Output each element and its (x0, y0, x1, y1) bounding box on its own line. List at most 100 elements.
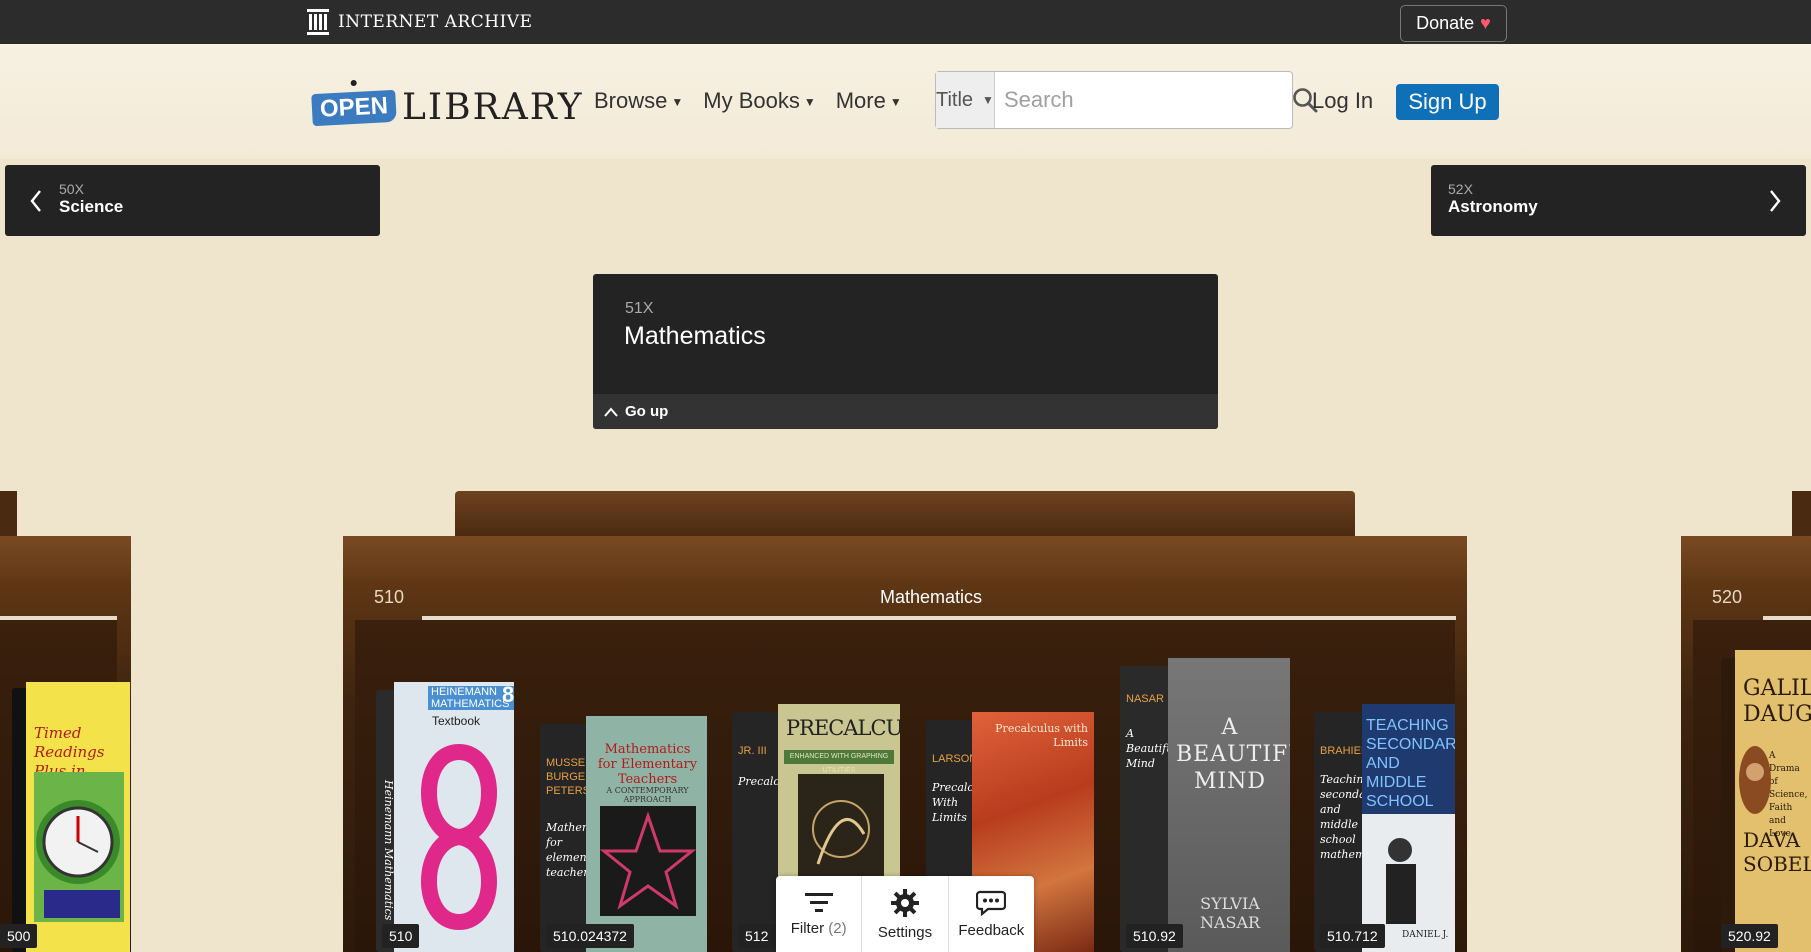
shelf-toolbar: Filter (2) Settings Feedback (776, 876, 1034, 952)
book-spine: JR. III Precalculus (732, 712, 803, 952)
stopwatch-illustration (34, 772, 124, 922)
shelf-500: Timed Readings Plus in Science 500 (0, 536, 131, 952)
book-galileos-daughter[interactable]: GALILEO'S DAUGHTER A Drama of Science, F… (1721, 650, 1811, 952)
shelf-top-right (1792, 491, 1811, 537)
book-spine-title: Teaching secondary and middle school mat… (1320, 773, 1392, 861)
star-illustration (600, 806, 696, 916)
book-teaching-secondary-mathematics[interactable]: BRAHIER Teaching secondary and middle sc… (1314, 704, 1455, 952)
book-cover-author: SYLVIA NASAR (1199, 894, 1261, 932)
book-spine-title: Precalculus With Limits (932, 781, 997, 824)
chevron-down-icon: ▼ (889, 95, 902, 110)
book-spine: BRAHIER Teaching secondary and middle sc… (1314, 712, 1392, 952)
book-call-number: 510.024372 (546, 924, 634, 948)
book-timed-readings[interactable]: Timed Readings Plus in Science 500 (0, 682, 130, 952)
nav-more-label: More (835, 88, 886, 113)
book-subtitle: Textbook (432, 714, 481, 728)
book-call-number: 510.92 (1126, 924, 1183, 948)
book-cover-title: Mathematics for Elementary Teachers (597, 742, 698, 787)
book-cover-author: DAVA SOBEL (1743, 828, 1811, 876)
gear-icon (890, 888, 919, 917)
filter-icon (804, 892, 833, 912)
main-nav: Browse ▼ My Books ▼ More ▼ (594, 88, 902, 114)
book-spine: NASAR A Beautiful Mind (1120, 666, 1177, 952)
chat-bubble-icon (976, 890, 1007, 916)
book-spine: Heinemann Mathematics (376, 690, 396, 952)
shelf-code: 520 (1712, 587, 1743, 607)
search-type-select[interactable]: Title ▼ (936, 72, 995, 128)
book-cover: GALILEO'S DAUGHTER A Drama of Science, F… (1735, 650, 1811, 952)
logo-open-text: OPEN (311, 89, 397, 127)
book-cover: TEACHING SECONDARY AND MIDDLE SCHOOL MAT… (1362, 704, 1455, 952)
book-cover-author: DANIEL J. (1402, 930, 1449, 940)
book-cover: Timed Readings Plus in Science (26, 682, 130, 952)
shelf-title: Mathematics (880, 587, 983, 607)
filter-button[interactable]: Filter (2) (776, 876, 863, 952)
site-header: OPEN LIBRARY Browse ▼ My Books ▼ More ▼ Tit… (0, 44, 1811, 159)
open-library-logo[interactable]: OPEN LIBRARY (311, 64, 581, 144)
go-up-label: Go up (625, 403, 669, 420)
current-class-code: 51X (625, 300, 654, 317)
book-cover-title: A BEAUTIFUL MIND (1176, 715, 1290, 794)
book-call-number: 520.92 (1721, 924, 1778, 948)
donate-button[interactable]: Donate ♥ (1400, 5, 1507, 42)
chevron-down-icon: ▼ (671, 95, 684, 110)
nav-my-books-label: My Books (703, 88, 800, 113)
prev-class-name: Science (59, 197, 124, 216)
book-spine-author: LARSON (932, 753, 978, 765)
current-class-name: Mathematics (624, 322, 766, 350)
shelf-520: 520 GALILEO'S DAUGHTER A Drama of Scienc… (1681, 536, 1811, 952)
book-call-number: 510.712 (1320, 924, 1385, 948)
book-spine: MUSSER BURGER PETERSON Mathematics for e… (540, 724, 619, 952)
go-up-button[interactable]: Go up (593, 394, 1218, 429)
book-cover-subtitle: ENHANCED WITH GRAPHING UTILITIES (784, 750, 894, 774)
book-call-number: 512 (738, 924, 776, 948)
book-spine-title: A Beautiful Mind (1126, 727, 1177, 770)
filter-label: Filter (790, 919, 825, 937)
book-cover-title: GALILEO'S DAUGHTER (1743, 676, 1811, 727)
search-type-label: Title (936, 88, 974, 111)
book-heinemann-mathematics[interactable]: Heinemann Mathematics HEINEMANN MATHEMAT… (376, 682, 514, 952)
donate-label: Donate (1416, 13, 1475, 33)
internet-archive-bar: INTERNET ARCHIVE Donate ♥ (0, 0, 1811, 44)
book-a-beautiful-mind[interactable]: NASAR A Beautiful Mind A BEAUTIFUL MIND … (1120, 658, 1290, 952)
next-class-code: 52X (1448, 181, 1473, 197)
book-cover: A BEAUTIFUL MIND SYLVIA NASAR (1168, 658, 1290, 952)
prev-class-code: 50X (59, 181, 84, 197)
filter-count: (2) (828, 919, 847, 937)
feedback-label: Feedback (958, 921, 1025, 939)
heart-icon: ♥ (1480, 13, 1491, 33)
feedback-button[interactable]: Feedback (949, 876, 1034, 952)
book-cover-title: Precalculus with Limits (995, 722, 1088, 749)
nav-browse[interactable]: Browse ▼ (594, 88, 683, 114)
chevron-right-icon (1770, 190, 1781, 212)
chevron-left-icon (30, 190, 41, 212)
book-spine-title: Mathematics for elementary teachers (546, 821, 619, 879)
search-input[interactable] (994, 72, 1292, 128)
search-bar: Title ▼ (935, 71, 1318, 129)
portrait-illustration (1739, 746, 1771, 814)
logo-library-text: LIBRARY (402, 86, 584, 128)
figure-eight-illustration (421, 743, 497, 931)
book-cover: HEINEMANN MATHEMATICS 8 Textbook (394, 682, 514, 952)
chevron-down-icon: ▼ (982, 93, 994, 107)
internet-archive-link[interactable]: INTERNET ARCHIVE (306, 8, 532, 36)
internet-archive-label: INTERNET ARCHIVE (338, 12, 533, 32)
nav-more[interactable]: More ▼ (836, 88, 902, 114)
book-volume-badge: 8 (502, 682, 514, 707)
shelf-top-center (455, 491, 1355, 537)
settings-button[interactable]: Settings (862, 876, 949, 952)
book-cover: Mathematics for Elementary Teachers A CO… (586, 716, 707, 952)
book-mathematics-elementary-teachers[interactable]: MUSSER BURGER PETERSON Mathematics for e… (540, 716, 707, 952)
book-cover-subtitle: A CONTEMPORARY APPROACH (606, 786, 689, 804)
signup-button[interactable]: Sign Up (1396, 84, 1499, 120)
next-class-button[interactable]: 52X Astronomy (1431, 165, 1806, 236)
prev-class-button[interactable]: 50X Science (5, 165, 380, 236)
book-call-number: 510 (382, 924, 420, 948)
archive-building-icon (307, 9, 329, 35)
book-spine-title: Precalculus (738, 775, 803, 788)
book-spine-author: NASAR (1126, 693, 1164, 705)
chevron-up-icon (604, 406, 618, 417)
next-class-name: Astronomy (1448, 197, 1538, 216)
login-link[interactable]: Log In (1312, 88, 1373, 114)
nav-my-books[interactable]: My Books ▼ (703, 88, 815, 114)
